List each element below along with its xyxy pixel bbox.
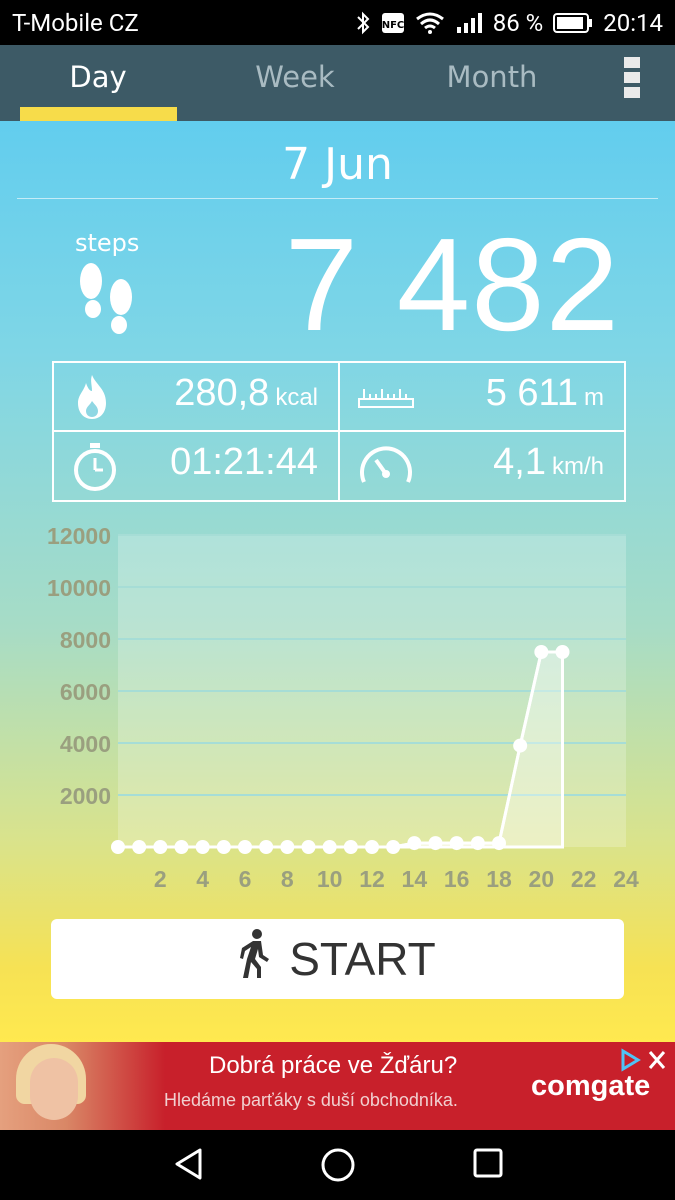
chart-data-point	[111, 840, 125, 854]
y-tick-label: 4000	[60, 731, 111, 757]
signal-icon	[455, 12, 483, 34]
tab-week[interactable]: Week	[215, 45, 375, 121]
svg-text:NFC: NFC	[381, 20, 404, 31]
duration-cell: 01:21:44	[54, 432, 338, 499]
distance-value: 5 611 m	[485, 372, 604, 414]
speed-cell: 4,1 km/h	[340, 432, 624, 499]
y-tick-label: 8000	[60, 627, 111, 653]
ad-title: Dobrá práce ve Žďáru?	[209, 1052, 458, 1079]
chart-data-point	[174, 840, 189, 854]
overflow-menu-icon[interactable]	[624, 57, 642, 101]
nfc-icon: NFC	[381, 12, 405, 34]
battery-icon	[553, 12, 593, 34]
steps-chart: 2000 4000 6000 8000 10000 12000 2 4 6 8 10 12 14 16 18…	[0, 517, 675, 907]
carrier-name: T-Mobile CZ	[12, 9, 139, 37]
distance-cell: 5 611 m	[340, 363, 624, 430]
y-tick-label: 12000	[47, 523, 111, 549]
start-label: START	[289, 933, 436, 985]
x-tick-label: 20	[529, 866, 555, 892]
stopwatch-icon	[72, 442, 118, 496]
bluetooth-icon	[355, 11, 371, 35]
ad-choices-icon[interactable]	[620, 1048, 670, 1076]
duration-value: 01:21:44	[170, 441, 318, 483]
walking-person-icon	[239, 928, 271, 990]
x-tick-label: 14	[402, 866, 428, 892]
active-tab-indicator	[20, 107, 177, 121]
x-tick-label: 8	[281, 866, 294, 892]
chart-data-point	[132, 840, 147, 854]
divider	[17, 198, 658, 199]
chart-data-point	[195, 840, 210, 854]
steps-count: 7 482	[284, 211, 620, 358]
chart-data-point	[407, 836, 422, 851]
speedometer-icon	[358, 442, 414, 494]
chart-data-point	[322, 840, 337, 854]
wifi-icon	[415, 12, 445, 34]
day-view: 7 Jun steps 7 482 280,8 kcal 5 611 m 01:…	[0, 121, 675, 1042]
x-tick-label: 16	[444, 866, 470, 892]
chart-data-point	[365, 840, 379, 854]
flame-icon	[72, 373, 112, 425]
navigation-bar	[0, 1130, 675, 1200]
tab-bar: Day Week Month	[0, 45, 675, 121]
ruler-icon	[358, 385, 414, 413]
ad-banner[interactable]: Dobrá práce ve Žďáru? Hledáme parťáky s …	[0, 1042, 675, 1130]
status-bar: T-Mobile CZ NFC 86 % 20:14	[0, 0, 675, 45]
footprints-icon	[75, 259, 139, 343]
x-tick-label: 4	[196, 866, 209, 892]
y-tick-label: 2000	[60, 783, 111, 809]
ad-person-image	[0, 1042, 165, 1130]
start-button[interactable]: START	[51, 919, 624, 999]
steps-label: steps	[75, 229, 140, 257]
date-label: 7 Jun	[282, 139, 393, 190]
chart-data-point	[534, 645, 549, 659]
battery-percent: 86 %	[492, 9, 544, 37]
chart-data-point	[386, 840, 401, 854]
chart-data-point	[428, 836, 443, 851]
recents-icon[interactable]	[472, 1147, 504, 1183]
x-tick-label: 18	[486, 866, 512, 892]
steps-chart-svg: 200040006000800010000120002 4 6 8 10 12 14 16 18…	[47, 523, 639, 892]
chart-data-point	[238, 840, 252, 854]
clock: 20:14	[603, 9, 663, 37]
y-tick-label: 10000	[47, 575, 111, 601]
x-tick-label: 10	[317, 866, 343, 892]
chart-data-point	[216, 840, 231, 854]
home-icon[interactable]	[320, 1147, 356, 1187]
calories-cell: 280,8 kcal	[54, 363, 338, 430]
chart-data-point	[343, 840, 358, 854]
status-icons: NFC 86 % 20:14	[355, 9, 663, 37]
tab-month[interactable]: Month	[412, 45, 572, 121]
chart-data-point	[492, 836, 506, 851]
y-tick-label: 6000	[60, 679, 111, 705]
chart-data-point	[513, 738, 528, 753]
x-tick-label: 6	[239, 866, 252, 892]
chart-data-point	[449, 836, 464, 851]
chart-data-point	[280, 840, 295, 854]
back-icon[interactable]	[172, 1147, 206, 1185]
speed-value: 4,1 km/h	[493, 441, 604, 483]
calories-value: 280,8 kcal	[174, 372, 318, 414]
x-tick-label: 22	[571, 866, 597, 892]
ad-subtitle: Hledáme parťáky s duší obchodníka.	[164, 1090, 458, 1110]
chart-data-point	[259, 840, 274, 854]
x-tick-label: 12	[359, 866, 385, 892]
chart-data-point	[153, 840, 168, 854]
x-tick-label: 24	[613, 866, 639, 892]
chart-data-point	[555, 645, 570, 659]
stats-grid: 280,8 kcal 5 611 m 01:21:44 4,1 km/h	[52, 361, 626, 502]
chart-data-point	[301, 840, 316, 854]
chart-data-point	[470, 836, 485, 851]
x-tick-label: 2	[154, 866, 167, 892]
